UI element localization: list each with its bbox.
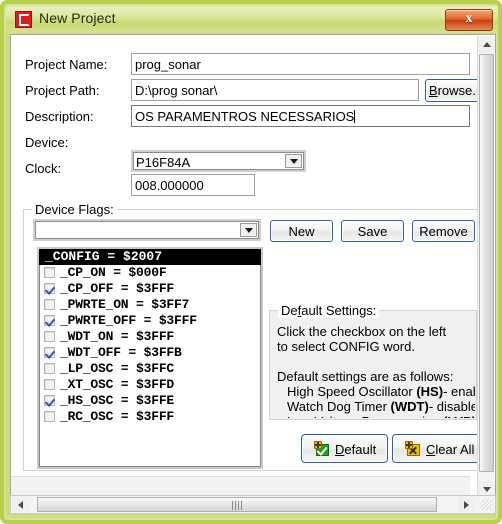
scroll-left-arrow-icon[interactable] [12,497,29,512]
default-button-label: Default [335,442,377,457]
flag-checkbox[interactable] [44,267,55,278]
config-flag-row[interactable]: _LP_OSC = $3FFC [39,361,261,377]
flag-checkbox[interactable] [44,395,55,406]
ds-line-3: Default settings are as follows: [277,369,454,384]
config-flag-row[interactable]: _CP_ON = $000F [39,265,261,281]
device-combo[interactable]: P16F84A [131,150,306,172]
flag-checkbox[interactable] [44,331,55,342]
flag-checkbox[interactable] [44,363,55,374]
save-flag-label: Save [357,224,388,239]
browse-accel: B [428,83,438,98]
flag-checkbox[interactable] [44,411,55,422]
flag-label: _CP_OFF = $3FFF [60,281,175,296]
clock-label: Clock: [25,161,62,176]
config-header-row[interactable]: _CONFIG = $2007 [39,249,261,265]
horizontal-scrollbar[interactable] [10,495,496,514]
title-bar: New Project x [6,6,498,33]
ds-line-5: Watch Dog Timer (WDT)- disabled [287,399,475,414]
remove-flag-button[interactable]: Remove [412,220,475,242]
flag-label: _PWRTE_OFF = $3FFF [60,313,197,328]
description-input[interactable]: OS PARAMENTROS NECESSARIOS [131,105,470,127]
new-flag-label: New [288,224,315,239]
description-label: Description: [25,109,94,124]
ds-line-1: Click the checkbox on the left [277,324,447,339]
default-settings-text: Click the checkbox on the left to select… [271,320,475,418]
close-icon: x [465,11,473,26]
resize-grip-icon[interactable] [481,499,492,510]
config-flag-row[interactable]: _CP_OFF = $3FFF [39,281,261,297]
default-check-icon [314,441,330,457]
clock-input[interactable]: 008.000000 [131,174,255,196]
project-path-label: Project Path: [25,83,100,98]
scroll-right-arrow-icon[interactable] [458,497,475,512]
config-flag-row[interactable]: _PWRTE_ON = $3FF7 [39,297,261,313]
scroll-up-arrow-icon[interactable] [478,36,495,53]
window-title: New Project [39,10,116,26]
clear-all-button[interactable]: Clear All [392,434,480,463]
device-label: Device: [25,135,69,150]
dialog-client-area: Project Name: Project Path: Description:… [10,34,496,500]
config-flag-row[interactable]: _WDT_OFF = $3FFB [39,345,261,361]
flag-checkbox[interactable] [44,283,55,294]
project-name-label: Project Name: [25,57,108,72]
save-flag-button[interactable]: Save [341,220,404,242]
chevron-down-icon[interactable] [240,223,257,237]
flag-checkbox[interactable] [44,379,55,390]
horizontal-scroll-thumb[interactable] [37,497,437,512]
vertical-scroll-thumb[interactable] [479,54,494,472]
default-button[interactable]: Default [301,434,388,463]
flag-checkbox[interactable] [44,299,55,310]
flag-checkbox[interactable] [44,347,55,358]
device-flags-title: Device Flags: [32,202,117,217]
flag-label: _RC_OSC = $3FFF [60,409,175,424]
config-flag-row[interactable]: _PWRTE_OFF = $3FFF [39,313,261,329]
flag-label: _XT_OSC = $3FFD [60,377,175,392]
project-name-input[interactable]: prog_sonar [131,53,470,75]
project-path-input[interactable]: D:\prog sonar\ [131,79,419,101]
dialog-scroll-page: Project Name: Project Path: Description:… [11,35,488,499]
new-flag-button[interactable]: New [270,220,333,242]
clear-all-button-label: Clear All [426,442,475,457]
flag-label: _WDT_ON = $3FFF [60,329,175,344]
remove-flag-label: Remove [419,224,468,239]
config-flag-row[interactable]: _HS_OSC = $3FFE [39,393,261,409]
close-button[interactable]: x [445,9,493,31]
flag-checkbox[interactable] [44,315,55,326]
flag-label: _PWRTE_ON = $3FF7 [60,297,190,312]
app-c-icon [15,11,32,28]
flag-label: _LP_OSC = $3FFC [60,361,175,376]
default-settings-group: Default Settings: Click the checkbox on … [269,303,477,420]
default-settings-title: Default Settings: [278,303,380,318]
ds-line-4: High Speed Oscillator (HS)- enabled [287,384,475,399]
config-flags-list[interactable]: _CONFIG = $2007 _CP_ON = $000F _CP_OFF = $… [37,247,263,469]
ds-line-2: to select CONFIG word. [277,339,415,354]
device-flags-combo[interactable] [33,219,261,241]
chevron-down-icon[interactable] [285,154,302,168]
config-flag-row[interactable]: _XT_OSC = $3FFD [39,377,261,393]
text-caret [354,110,356,123]
device-combo-value: P16F84A [136,155,191,170]
flag-label: _HS_OSC = $3FFE [60,393,175,408]
flag-label: _CP_ON = $000F [60,265,167,280]
vertical-scrollbar[interactable] [477,36,495,498]
scroll-thumb-grip [232,501,242,510]
config-flag-row[interactable]: _RC_OSC = $3FFF [39,409,261,425]
clear-x-icon [405,441,421,457]
flag-label: _WDT_OFF = $3FFB [60,345,182,360]
config-flag-row[interactable]: _WDT_ON = $3FFF [39,329,261,345]
ds-line-6: Low Voltage Programming (LVP)- disable [277,414,475,418]
new-project-window: New Project x Project Name: Project Path… [0,0,502,524]
